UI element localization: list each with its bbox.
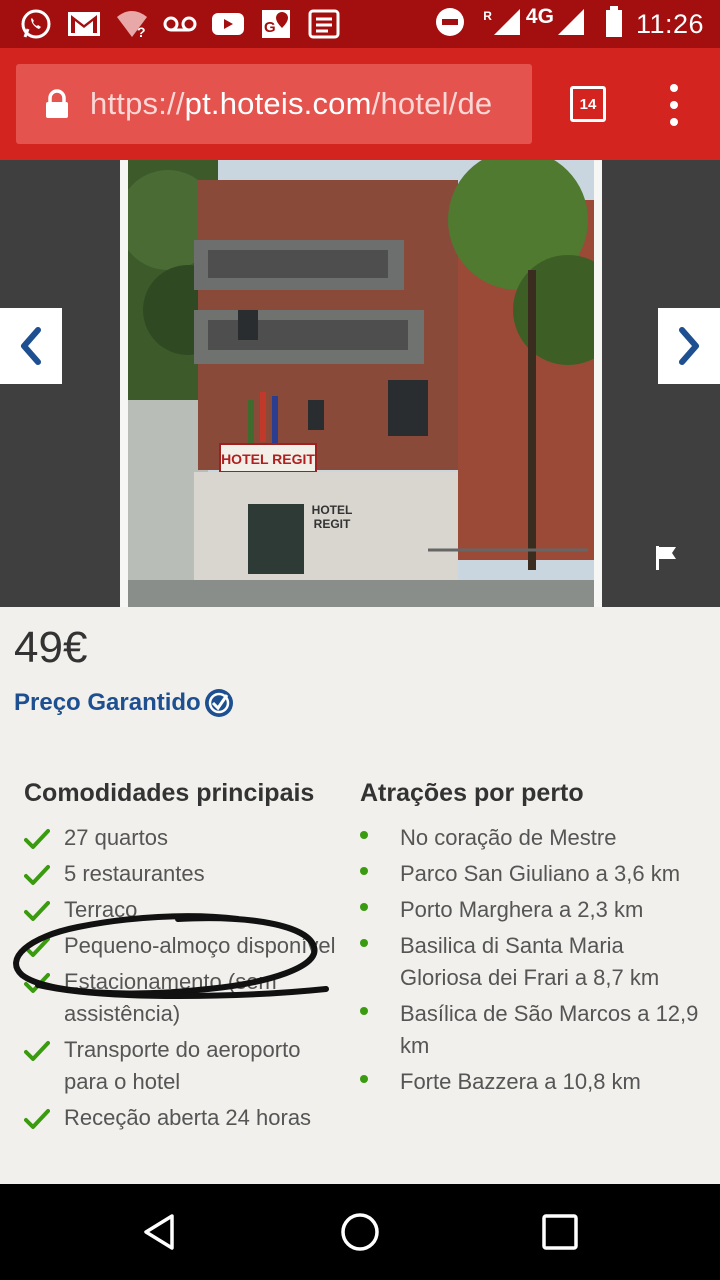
attraction-label: Basilica di Santa Maria Gloriosa dei Fra… (400, 933, 660, 990)
bullet-icon (360, 903, 368, 911)
tab-switcher-button[interactable]: 14 (570, 86, 606, 122)
price-guarantee-link[interactable]: Preço Garantido (14, 687, 235, 719)
amenity-item: Transporte do aeroporto para o hotel (24, 1034, 344, 1098)
bullet-icon (360, 1075, 368, 1083)
bullet-icon (360, 831, 368, 839)
status-bar: ? G R 4G 11:26 (0, 0, 720, 48)
amenity-item: 5 restaurantes (24, 858, 344, 890)
check-icon (24, 865, 50, 885)
battery-icon (604, 5, 624, 43)
url-text[interactable]: https://pt.hoteis.com/hotel/de (90, 86, 492, 122)
amenity-label: 27 quartos (64, 825, 168, 850)
amenity-label: Receção aberta 24 horas (64, 1105, 312, 1130)
price: 49€ (14, 623, 88, 672)
signal-icon-2 (556, 7, 586, 42)
svg-text:G: G (264, 19, 276, 36)
back-icon[interactable] (140, 1212, 180, 1252)
previous-photo-button[interactable] (0, 308, 62, 384)
guarantee-badge-icon (204, 689, 233, 717)
attractions-list: No coração de Mestre Parco San Giuliano a… (360, 822, 700, 1098)
check-icon (24, 829, 50, 849)
youtube-icon (210, 8, 246, 40)
signal-icon (492, 7, 522, 42)
attractions-section: Atrações por perto No coração de Mestre P… (360, 779, 700, 1102)
hotel-sign-text: HOTEL REGIT (221, 451, 315, 467)
clock: 11:26 (635, 8, 704, 39)
attraction-item: Basilica di Santa Maria Gloriosa dei Fra… (360, 930, 700, 994)
attraction-label: Basílica de São Marcos a 12,9 km (400, 1001, 699, 1058)
bullet-icon (360, 1007, 368, 1015)
attractions-title: Atrações por perto (360, 779, 584, 807)
svg-text:?: ? (137, 24, 146, 39)
next-photo-button[interactable] (658, 308, 720, 384)
news-icon (306, 8, 342, 40)
url-domain: pt.hoteis.com (184, 86, 372, 121)
attraction-item: Basílica de São Marcos a 12,9 km (360, 998, 700, 1062)
flag-icon[interactable] (654, 544, 680, 577)
url-bar[interactable]: https://pt.hoteis.com/hotel/de (16, 64, 532, 144)
network-type: 4G (525, 5, 554, 28)
amenity-label: Transporte do aeroporto para o hotel (64, 1037, 301, 1094)
plaque-line1: HOTEL (312, 503, 353, 517)
amenity-label: 5 restaurantes (64, 861, 205, 886)
url-path: /hotel/de (371, 86, 493, 121)
gmail-icon (66, 8, 102, 40)
browser-toolbar: https://pt.hoteis.com/hotel/de 14 (0, 48, 720, 160)
amenities-title: Comodidades principais (24, 779, 315, 807)
attraction-item: No coração de Mestre (360, 822, 700, 854)
whatsapp-icon (18, 8, 54, 40)
hand-drawn-circle-annotation (13, 913, 329, 999)
recents-icon[interactable] (540, 1212, 580, 1252)
attraction-label: Porto Marghera a 2,3 km (400, 897, 644, 922)
photo-gallery[interactable]: HOTEL REGIT HOTEL REGIT (0, 160, 720, 607)
url-scheme: https:// (90, 86, 185, 121)
bullet-icon (360, 867, 368, 875)
hotel-building-image: HOTEL REGIT HOTEL REGIT (128, 160, 594, 607)
home-icon[interactable] (340, 1212, 380, 1252)
plaque-line2: REGIT (314, 517, 351, 531)
hotel-details: 49€ Preço Garantido Comodidades principa… (0, 607, 720, 1184)
amenity-item: Receção aberta 24 horas (24, 1102, 344, 1134)
maps-icon: G (258, 8, 294, 40)
attraction-item: Parco San Giuliano a 3,6 km (360, 858, 700, 890)
attraction-label: No coração de Mestre (400, 825, 617, 850)
android-nav-bar (0, 1184, 720, 1280)
attraction-label: Forte Bazzera a 10,8 km (400, 1069, 641, 1094)
check-icon (24, 1041, 50, 1061)
chevron-left-icon (21, 327, 41, 365)
hotel-photo[interactable]: HOTEL REGIT HOTEL REGIT (120, 160, 602, 607)
voicemail-icon (162, 8, 198, 40)
wifi-question-icon: ? (114, 8, 150, 40)
bullet-icon (360, 939, 368, 947)
lock-icon (46, 89, 68, 118)
attraction-item: Porto Marghera a 2,3 km (360, 894, 700, 926)
roaming-indicator: R (483, 9, 492, 23)
amenity-item: 27 quartos (24, 822, 344, 854)
check-icon (24, 1109, 50, 1129)
overflow-menu-icon[interactable] (660, 84, 688, 126)
attraction-label: Parco San Giuliano a 3,6 km (400, 861, 681, 886)
attraction-item: Forte Bazzera a 10,8 km (360, 1066, 700, 1098)
chevron-right-icon (679, 327, 699, 365)
do-not-disturb-icon (435, 7, 465, 42)
price-guarantee-label: Preço Garantido (14, 689, 201, 716)
